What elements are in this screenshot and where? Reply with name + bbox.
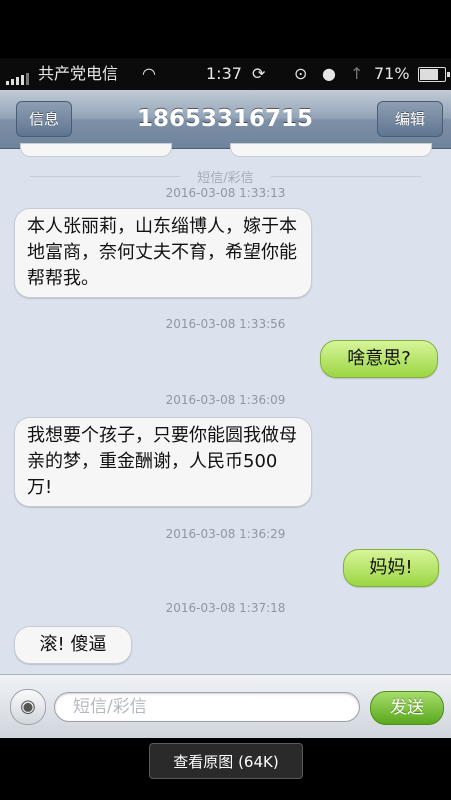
battery-icon [418, 67, 450, 82]
channel-separator: 短信/彩信 [0, 167, 451, 186]
rotation-lock-icon: ⊙ [294, 64, 308, 83]
incoming-message[interactable]: 我想要个孩子，只要你能圆我做母亲的梦，重金酬谢，人民币500万! [14, 417, 312, 507]
message-timestamp: 2016-03-08 1:37:18 [165, 601, 286, 615]
signal-icon [6, 63, 29, 85]
outgoing-message[interactable]: 啥意思? [320, 340, 438, 378]
battery-percent: 71% [374, 64, 410, 83]
message-text: 妈妈! [369, 557, 413, 578]
location-icon: ↑ [350, 64, 364, 83]
outgoing-message[interactable]: 妈妈! [343, 549, 439, 587]
wifi-icon: ◠ [142, 64, 156, 83]
incoming-message[interactable]: 滚! 傻逼 [14, 626, 132, 664]
sync-icon: ⟳ [252, 64, 266, 83]
message-text: 滚! 傻逼 [39, 634, 107, 655]
status-bar: 共产党电信 ◠ 1:37 ⟳ ⊙ ● ↑ 71% [0, 58, 451, 90]
message-timestamp: 2016-03-08 1:36:29 [165, 527, 286, 541]
message-text: 本人张丽莉，山东缁博人，嫁于本地富商，奈何丈夫不育，希望你能帮帮我。 [27, 216, 297, 289]
message-text: 啥意思? [347, 348, 411, 369]
incoming-message[interactable]: 本人张丽莉，山东缁博人，嫁于本地富商，奈何丈夫不育，希望你能帮帮我。 [14, 208, 312, 298]
previous-bubble-fragment [20, 143, 172, 157]
message-text: 我想要个孩子，只要你能圆我做母亲的梦，重金酬谢，人民币500万! [27, 425, 297, 498]
edit-button[interactable]: 编辑 [377, 101, 443, 137]
back-button-label: 信息 [28, 110, 59, 128]
message-timestamp: 2016-03-08 1:33:56 [165, 317, 286, 331]
phone-screen: 共产党电信 ◠ 1:37 ⟳ ⊙ ● ↑ 71% 信息 18653316715 … [0, 58, 451, 738]
previous-bubble-fragment [230, 143, 432, 157]
view-original-button[interactable]: 查看原图 (64K) [149, 743, 303, 779]
camera-button[interactable]: ◉ [10, 689, 46, 725]
conversation-title: 18653316715 [136, 106, 314, 132]
message-timestamp: 2016-03-08 1:36:09 [165, 393, 286, 407]
status-time: 1:37 [206, 64, 242, 83]
camera-icon: ◉ [20, 696, 36, 717]
back-button[interactable]: 信息 [16, 101, 72, 137]
carrier-name: 共产党电信 [38, 64, 119, 83]
send-button[interactable]: 发送 [370, 691, 444, 725]
conversation-view[interactable]: 短信/彩信 2016-03-08 1:33:13 本人张丽莉，山东缁博人，嫁于本… [0, 143, 451, 674]
alarm-icon: ● [322, 64, 336, 83]
message-timestamp: 2016-03-08 1:33:13 [165, 186, 286, 200]
navigation-bar: 信息 18653316715 编辑 [0, 90, 451, 149]
message-input[interactable]: 短信/彩信 [54, 692, 360, 722]
compose-bar: ◉ 短信/彩信 发送 [0, 674, 451, 738]
